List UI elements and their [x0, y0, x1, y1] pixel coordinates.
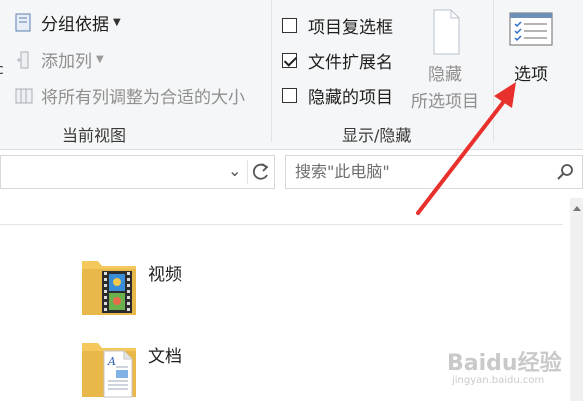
- annotation-arrow: [416, 82, 516, 215]
- watermark-logo: Baidu经验: [447, 351, 562, 376]
- watermark-url: jingyan.baidu.com: [452, 375, 545, 386]
